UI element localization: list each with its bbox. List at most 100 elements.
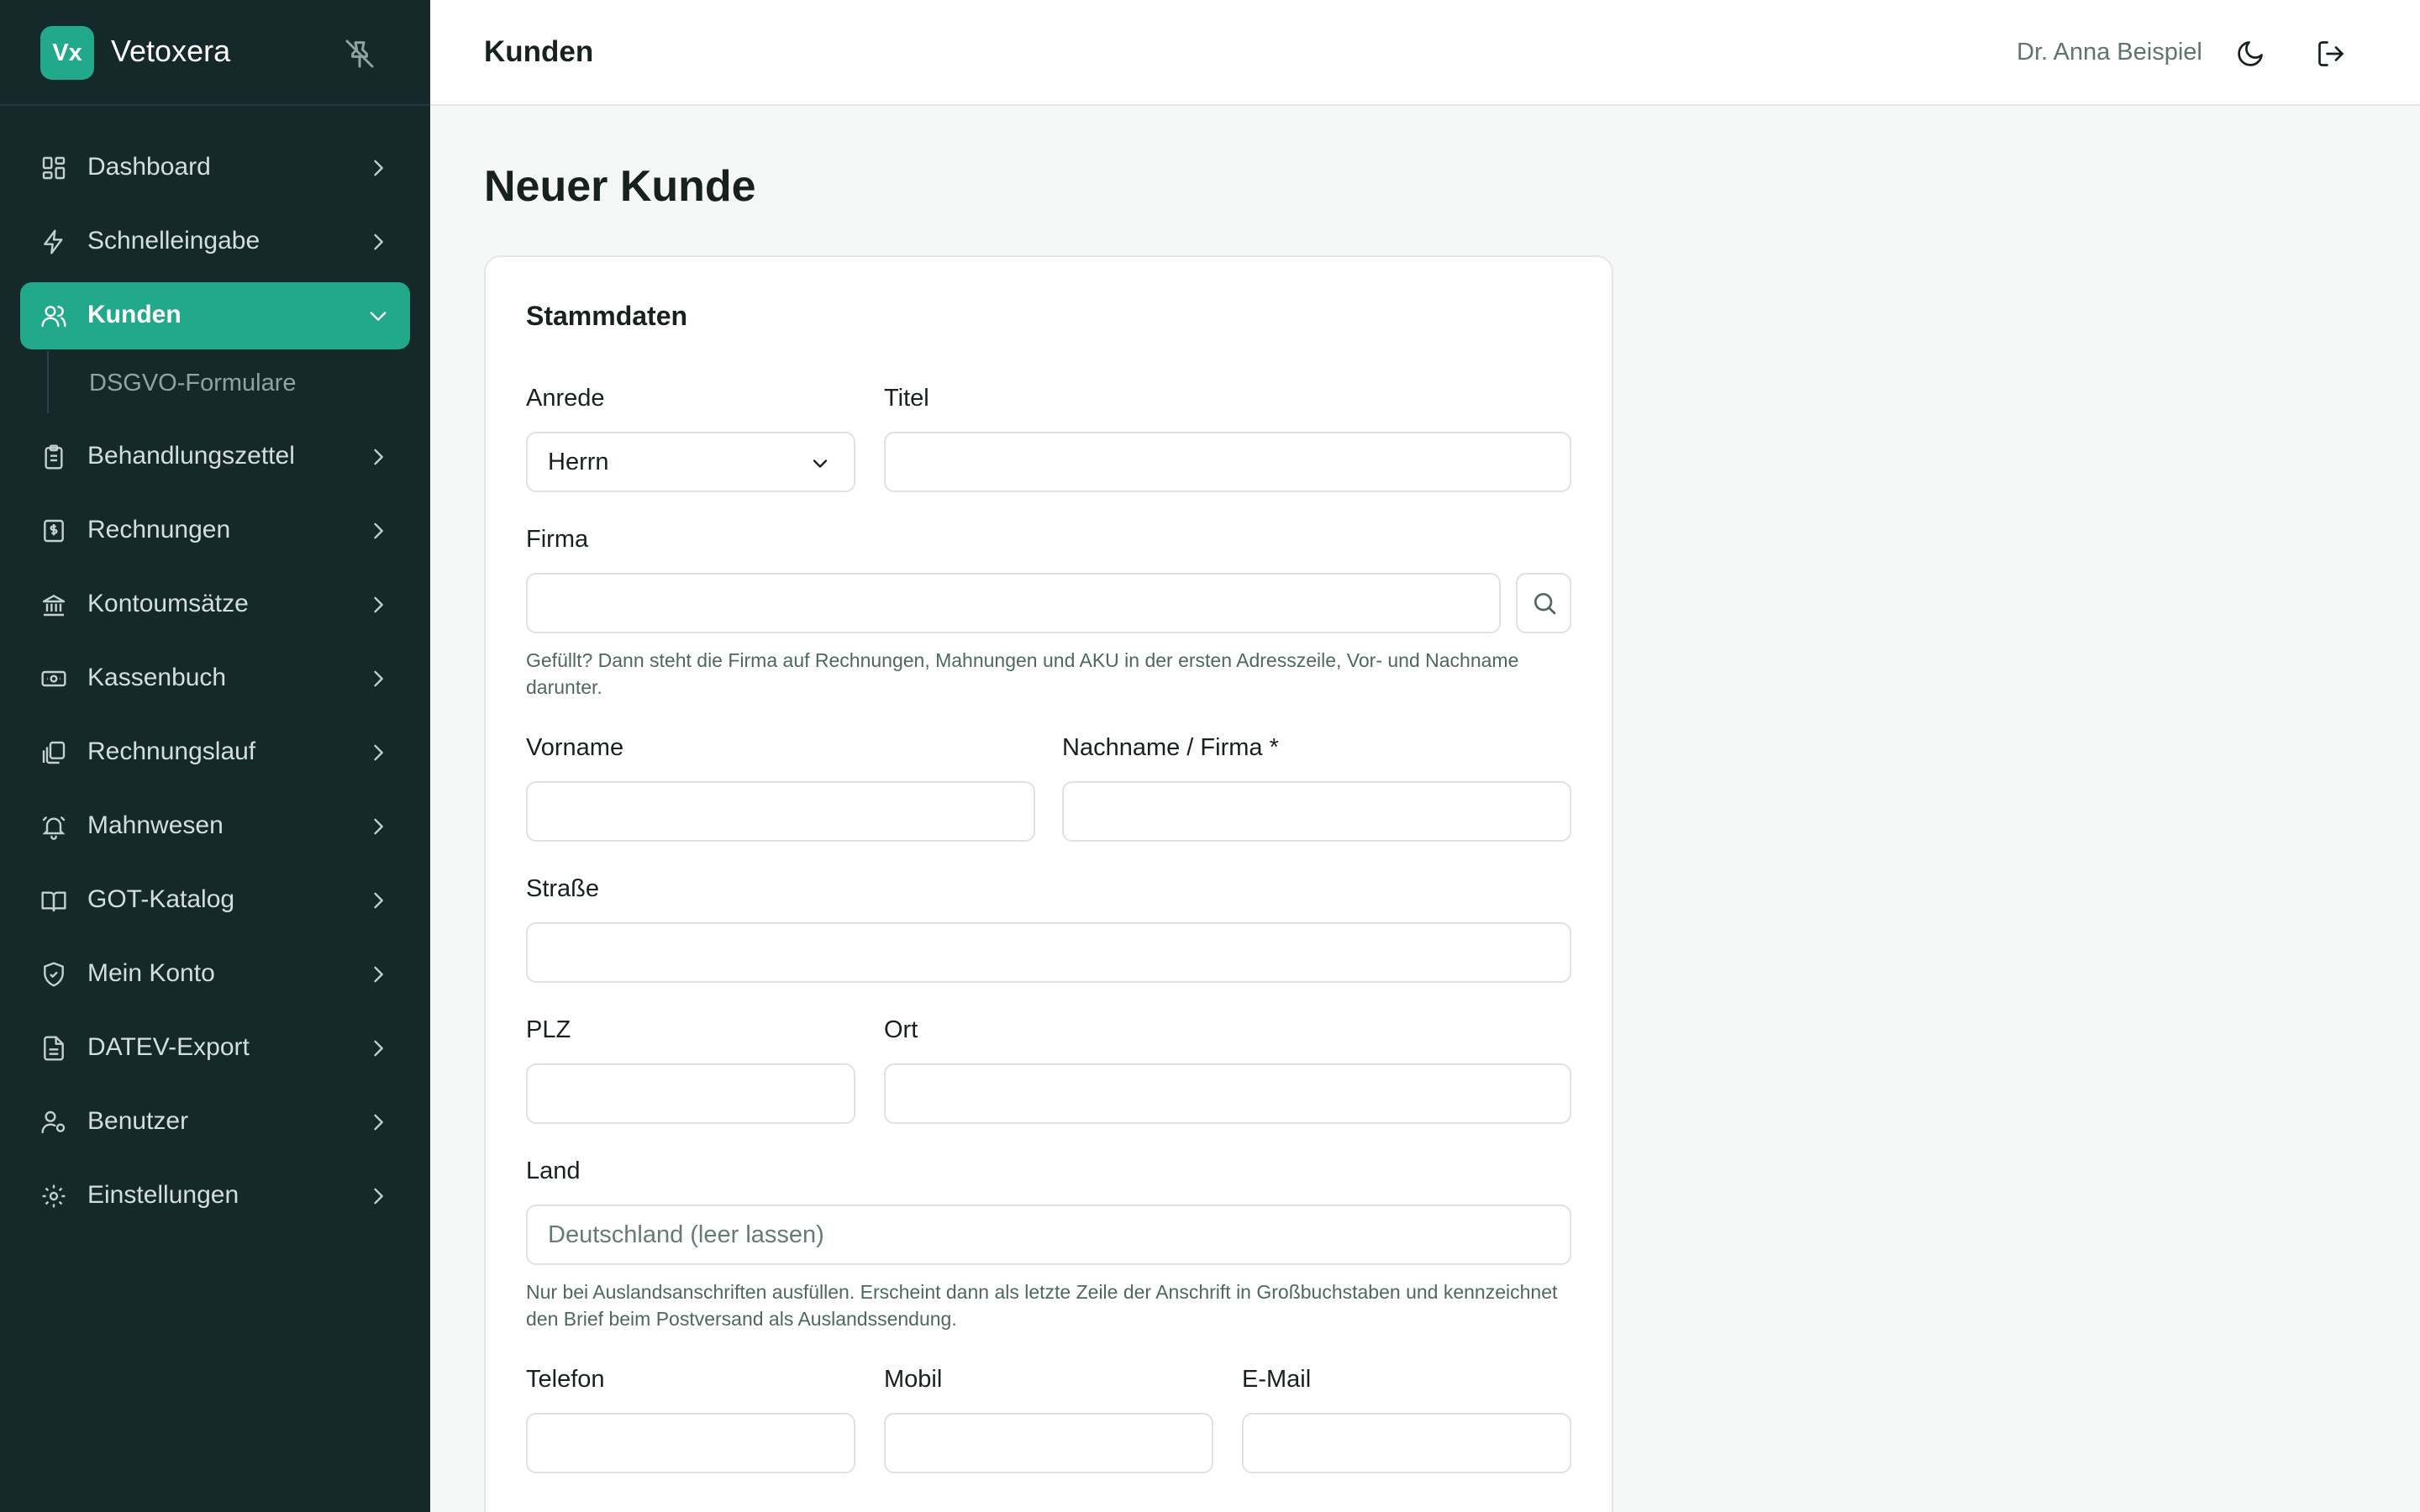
sidebar-item-kontoumsaetze[interactable]: Kontoumsätze	[20, 571, 410, 638]
sidebar-item-schnelleingabe[interactable]: Schnelleingabe	[20, 208, 410, 276]
sidebar-item-got-katalog[interactable]: GOT-Katalog	[20, 867, 410, 934]
firma-input[interactable]	[526, 573, 1501, 633]
mobil-label: Mobil	[884, 1366, 943, 1393]
sidebar-item-mahnwesen[interactable]: Mahnwesen	[20, 793, 410, 860]
pin-off-icon[interactable]	[343, 37, 376, 71]
sidebar-item-label: Benutzer	[87, 1107, 189, 1135]
ort-input[interactable]	[884, 1063, 1571, 1124]
shield-icon	[44, 962, 64, 987]
firma-search-button[interactable]	[1516, 573, 1571, 633]
section-title: Stammdaten	[526, 301, 688, 331]
chevron-right-icon	[374, 234, 383, 250]
moon-icon[interactable]	[2235, 39, 2265, 69]
sidebar-item-dashboard[interactable]: Dashboard	[20, 134, 410, 202]
vorname-input[interactable]	[526, 781, 1035, 842]
ort-label: Ort	[884, 1016, 918, 1043]
chevron-right-icon	[374, 744, 383, 761]
chevron-right-icon	[374, 892, 383, 909]
invoice-icon	[44, 519, 64, 543]
dashboard-icon	[42, 156, 66, 180]
nachname-label: Nachname / Firma *	[1062, 734, 1279, 761]
firma-label: Firma	[526, 526, 589, 553]
bell-icon	[42, 816, 66, 840]
chevron-right-icon	[374, 966, 383, 983]
brand-logo: Vx	[40, 26, 94, 80]
sidebar-item-kassenbuch[interactable]: Kassenbuch	[20, 645, 410, 712]
sidebar-item-label: Schnelleingabe	[87, 227, 260, 255]
sidebar-item-mein-konto[interactable]: Mein Konto	[20, 941, 410, 1008]
firma-hint: Gefüllt? Dann steht die Firma auf Rechnu…	[526, 649, 1519, 698]
sidebar-item-benutzer[interactable]: Benutzer	[20, 1089, 410, 1156]
sidebar: Vx Vetoxera Dashboard Schnelleingabe Kun…	[0, 0, 430, 1512]
sidebar-item-label: DATEV-Export	[87, 1033, 250, 1061]
stack-icon	[42, 741, 66, 764]
sidebar-item-kunden[interactable]: Kunden	[20, 282, 410, 349]
sidebar-item-label: Dashboard	[87, 153, 211, 181]
sidebar-item-rechnungslauf[interactable]: Rechnungslauf	[20, 719, 410, 786]
chevron-right-icon	[374, 818, 383, 835]
sidebar-item-label: Rechnungslauf	[87, 738, 256, 765]
titel-label: Titel	[884, 385, 929, 412]
users-icon	[41, 306, 66, 328]
sidebar-subitem-dsgvo[interactable]: DSGVO-Formulare	[89, 370, 297, 397]
brand: Vx Vetoxera	[0, 0, 430, 106]
sidebar-item-einstellungen[interactable]: Einstellungen	[20, 1163, 410, 1230]
user-gear-icon	[41, 1110, 66, 1134]
sidebar-item-label: Kontoumsätze	[87, 590, 249, 617]
sidebar-item-label: Kassenbuch	[87, 664, 227, 691]
sidebar-item-label: Einstellungen	[87, 1181, 239, 1209]
top-header: Kunden Dr. Anna Beispiel	[430, 0, 2420, 106]
anrede-select[interactable]: Herrn	[526, 432, 855, 492]
strasse-input[interactable]	[526, 922, 1571, 983]
chevron-down-icon	[370, 312, 387, 321]
submenu-line	[47, 351, 49, 413]
telefon-input[interactable]	[526, 1413, 855, 1473]
nachname-input[interactable]	[1062, 781, 1571, 842]
sidebar-item-label: Mahnwesen	[87, 811, 224, 839]
plz-label: PLZ	[526, 1016, 571, 1043]
chevron-right-icon	[374, 449, 383, 465]
chevron-right-icon	[374, 522, 383, 539]
book-icon	[41, 891, 66, 912]
user-name[interactable]: Dr. Anna Beispiel	[2017, 39, 2202, 66]
logout-icon[interactable]	[2316, 39, 2346, 69]
land-hint: Nur bei Auslandsanschriften ausfüllen. E…	[526, 1281, 1558, 1330]
land-input[interactable]	[526, 1205, 1571, 1265]
chevron-right-icon	[374, 1114, 383, 1131]
chevron-right-icon	[374, 670, 383, 687]
bank-icon	[42, 595, 66, 617]
mobil-input[interactable]	[884, 1413, 1213, 1473]
sidebar-item-rechnungen[interactable]: Rechnungen	[20, 497, 410, 564]
chevron-down-icon	[813, 459, 828, 468]
sidebar-item-label: Kunden	[87, 301, 182, 328]
anrede-label: Anrede	[526, 385, 605, 412]
sidebar-item-behandlungszettel[interactable]: Behandlungszettel	[20, 423, 410, 491]
sidebar-item-label: Rechnungen	[87, 516, 231, 543]
brand-name: Vetoxera	[111, 34, 231, 68]
search-icon	[1534, 593, 1556, 615]
anrede-value: Herrn	[548, 448, 609, 475]
bolt-icon	[44, 229, 63, 255]
file-icon	[44, 1036, 64, 1061]
email-label: E-Mail	[1242, 1366, 1312, 1393]
gear-icon	[42, 1184, 66, 1208]
land-label: Land	[526, 1158, 581, 1184]
chevron-right-icon	[374, 160, 383, 176]
clipboard-icon	[45, 444, 63, 470]
page-title: Neuer Kunde	[484, 162, 756, 211]
chevron-right-icon	[374, 1188, 383, 1205]
app-root: Vx Vetoxera Dashboard Schnelleingabe Kun…	[0, 0, 2420, 1512]
vorname-label: Vorname	[526, 734, 624, 761]
chevron-right-icon	[374, 596, 383, 613]
sidebar-item-label: Mein Konto	[87, 959, 215, 987]
email-input[interactable]	[1242, 1413, 1571, 1473]
titel-input[interactable]	[884, 432, 1571, 492]
strasse-label: Straße	[526, 875, 600, 902]
sidebar-item-datev-export[interactable]: DATEV-Export	[20, 1015, 410, 1082]
sidebar-item-label: GOT-Katalog	[87, 885, 235, 913]
chevron-right-icon	[374, 1040, 383, 1057]
telefon-label: Telefon	[526, 1366, 605, 1393]
cash-icon	[41, 670, 66, 687]
plz-input[interactable]	[526, 1063, 855, 1124]
sidebar-item-label: Behandlungszettel	[87, 442, 295, 470]
